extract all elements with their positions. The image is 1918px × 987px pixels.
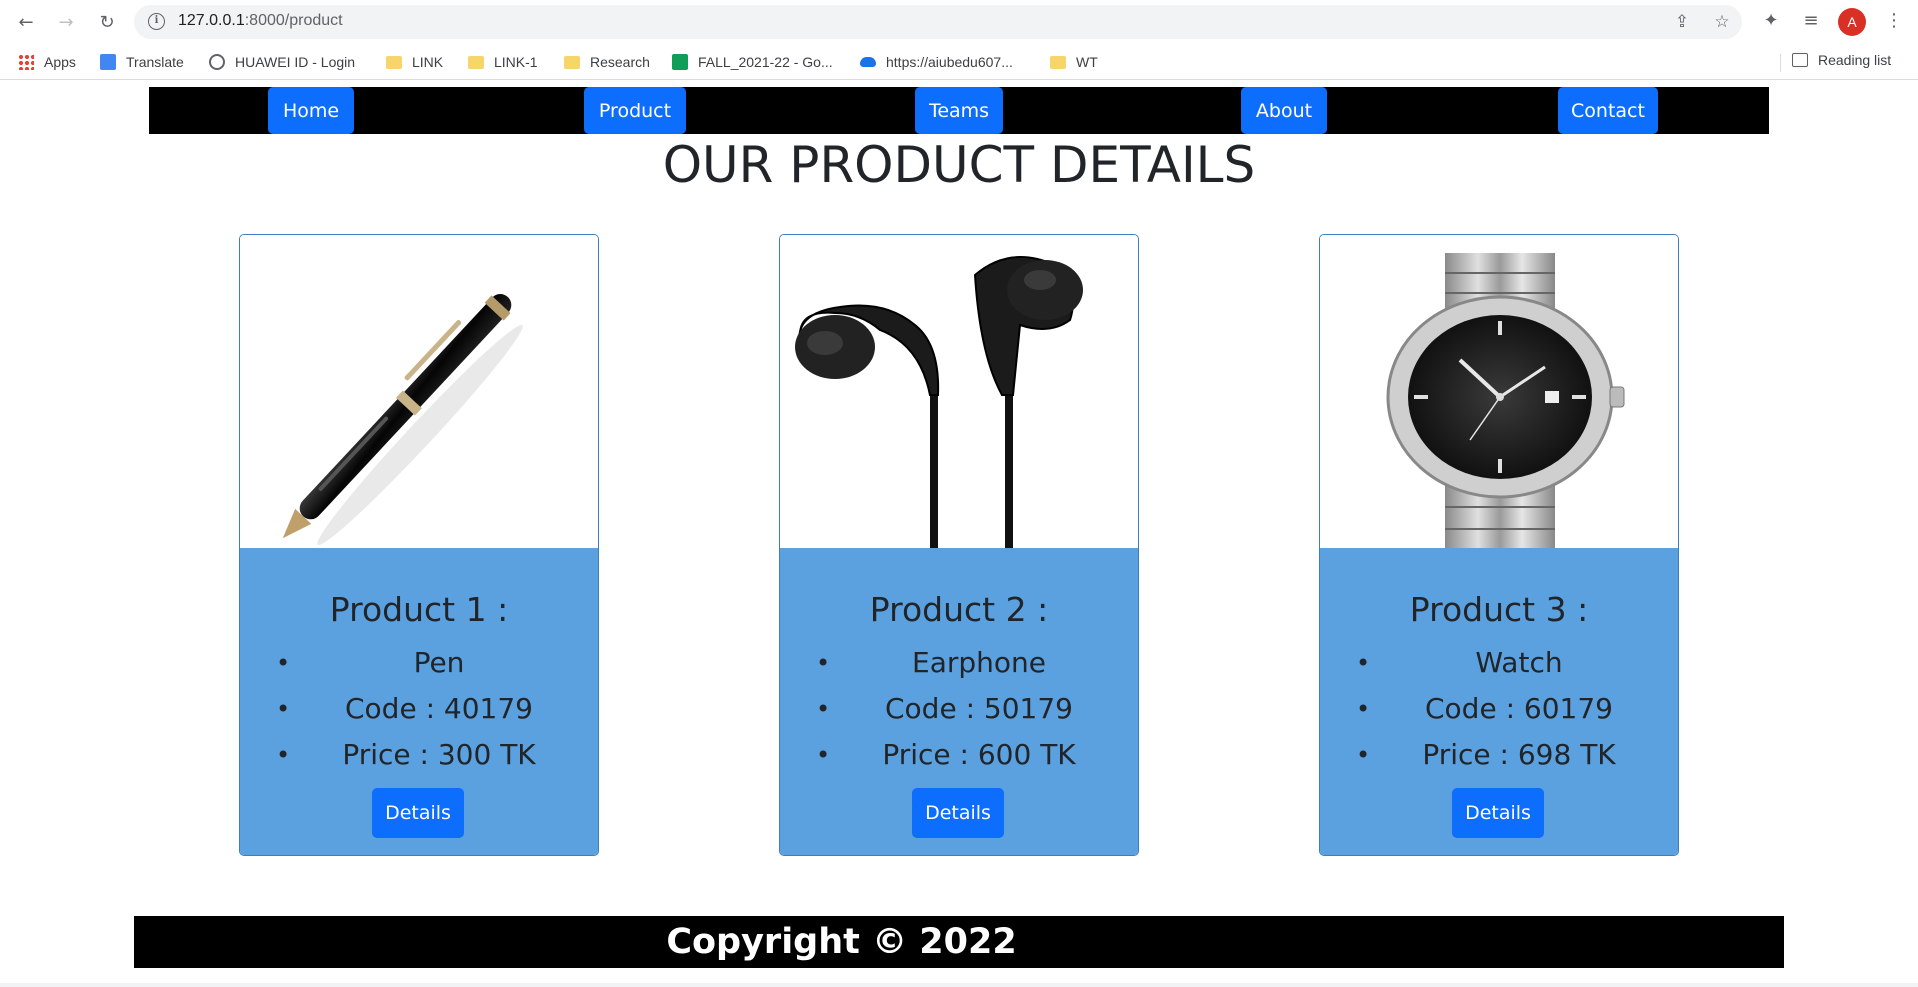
watch-image xyxy=(1386,253,1625,548)
folder-icon xyxy=(468,55,484,69)
bookmark-apps[interactable]: Apps xyxy=(18,52,76,72)
bookmark-star-icon[interactable]: ☆ xyxy=(1712,12,1732,32)
product-code: Code : 40179 xyxy=(240,686,598,732)
back-icon[interactable]: ← xyxy=(13,9,39,35)
forward-icon[interactable]: → xyxy=(53,9,79,35)
share-icon[interactable]: ⇪ xyxy=(1672,12,1692,32)
page-title: OUR PRODUCT DETAILS xyxy=(662,136,1256,194)
onedrive-icon xyxy=(860,57,876,67)
folder-icon xyxy=(1050,55,1066,69)
product-card: Product 1 : Pen Code : 40179 Price : 300… xyxy=(239,234,599,856)
nav-teams[interactable]: Teams xyxy=(915,87,1003,134)
product-name: Watch xyxy=(1320,640,1678,686)
nav-home[interactable]: Home xyxy=(268,87,354,134)
bookmark-wt[interactable]: WT xyxy=(1050,52,1098,72)
bookmark-research[interactable]: Research xyxy=(564,52,650,72)
nav-contact[interactable]: Contact xyxy=(1558,87,1658,134)
google-translate-icon xyxy=(100,54,116,70)
bookmark-huawei[interactable]: HUAWEI ID - Login xyxy=(209,52,355,72)
product-title: Product 3 : xyxy=(1409,590,1589,629)
product-name: Earphone xyxy=(780,640,1138,686)
product-card: Product 2 : Earphone Code : 50179 Price … xyxy=(779,234,1139,856)
product-card-body: Product 1 : Pen Code : 40179 Price : 300… xyxy=(240,548,598,855)
product-title: Product 2 : xyxy=(869,590,1049,629)
extensions-icon[interactable]: ✦ xyxy=(1760,10,1782,32)
product-price: Price : 300 TK xyxy=(240,732,598,778)
nav-about[interactable]: About xyxy=(1241,87,1327,134)
product-image-pen xyxy=(240,235,598,548)
product-name: Pen xyxy=(240,640,598,686)
copyright-text: Copyright © 2022 xyxy=(666,922,1017,962)
bookmark-translate[interactable]: Translate xyxy=(100,52,184,72)
bookmarks-divider xyxy=(1780,54,1781,72)
window-bottom-edge xyxy=(0,983,1918,987)
reload-icon[interactable]: ↻ xyxy=(94,9,120,35)
product-code: Code : 60179 xyxy=(1320,686,1678,732)
apps-grid-icon xyxy=(18,54,34,70)
bookmark-link[interactable]: LINK xyxy=(386,52,443,72)
product-code: Code : 50179 xyxy=(780,686,1138,732)
site-info-icon[interactable]: i xyxy=(148,13,165,30)
product-price: Price : 698 TK xyxy=(1320,732,1678,778)
product-price: Price : 600 TK xyxy=(780,732,1138,778)
product-card-body: Product 3 : Watch Code : 60179 Price : 6… xyxy=(1320,548,1678,855)
product-card-body: Product 2 : Earphone Code : 50179 Price … xyxy=(780,548,1138,855)
sheets-icon xyxy=(672,54,688,70)
bookmark-fall[interactable]: FALL_2021-22 - Go... xyxy=(672,52,833,72)
product-card: Product 3 : Watch Code : 60179 Price : 6… xyxy=(1319,234,1679,856)
bookmarks-bar: Apps Translate HUAWEI ID - Login LINK LI… xyxy=(0,44,1918,80)
menu-icon[interactable]: ⋮ xyxy=(1884,10,1904,34)
bookmark-link-1[interactable]: LINK-1 xyxy=(468,52,538,72)
folder-icon xyxy=(564,55,580,69)
address-bar[interactable]: i 127.0.0.1:8000/product ⇪ ☆ xyxy=(134,5,1742,39)
product-details-list: Watch Code : 60179 Price : 698 TK xyxy=(1320,640,1678,778)
product-details-list: Pen Code : 40179 Price : 300 TK xyxy=(240,640,598,778)
bookmark-aiub[interactable]: https://aiubedu607... xyxy=(860,52,1013,72)
site-footer: Copyright © 2022 xyxy=(134,916,1784,968)
pen-image xyxy=(282,293,523,546)
media-queue-icon[interactable]: ≡ xyxy=(1800,10,1822,32)
folder-icon xyxy=(386,55,402,69)
nav-product[interactable]: Product xyxy=(584,87,686,134)
earphone-image xyxy=(795,256,1083,548)
details-button[interactable]: Details xyxy=(1452,788,1544,838)
reading-list-button[interactable]: Reading list xyxy=(1792,52,1891,68)
product-image-watch xyxy=(1320,235,1678,548)
product-details-list: Earphone Code : 50179 Price : 600 TK xyxy=(780,640,1138,778)
details-button[interactable]: Details xyxy=(372,788,464,838)
profile-avatar[interactable]: A xyxy=(1838,8,1866,36)
browser-toolbar: ← → ↻ i 127.0.0.1:8000/product ⇪ ☆ ✦ ≡ A… xyxy=(0,0,1918,44)
details-button[interactable]: Details xyxy=(912,788,1004,838)
product-image-earphone xyxy=(780,235,1138,548)
url-text[interactable]: 127.0.0.1:8000/product xyxy=(178,12,343,30)
globe-icon xyxy=(209,54,225,70)
site-navbar: Home Product Teams About Contact xyxy=(149,87,1769,134)
product-title: Product 1 : xyxy=(329,590,509,629)
reading-list-icon xyxy=(1792,53,1808,67)
